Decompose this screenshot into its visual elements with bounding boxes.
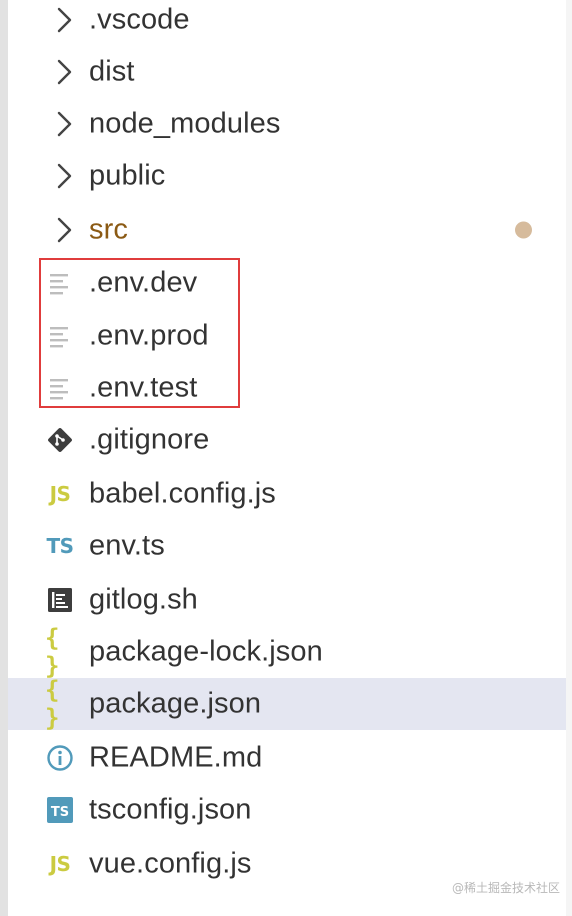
tree-item-label: gitlog.sh <box>89 583 198 616</box>
tree-item-label: public <box>89 159 166 192</box>
modified-indicator-dot <box>515 221 532 239</box>
left-gutter <box>0 0 8 916</box>
tree-item-gitignore[interactable]: .gitignore <box>8 414 566 466</box>
tree-item-public[interactable]: public <box>8 150 566 202</box>
git-icon <box>45 425 75 455</box>
tree-item-babel-config[interactable]: JS babel.config.js <box>8 468 566 520</box>
tree-item-src[interactable]: src <box>8 204 566 256</box>
tree-item-label: .gitignore <box>89 423 210 456</box>
tree-item-readme[interactable]: README.md <box>8 732 566 784</box>
tree-item-tsconfig-json[interactable]: TS tsconfig.json <box>8 784 566 836</box>
json-icon: { } <box>45 676 75 732</box>
tree-item-env-prod[interactable]: .env.prod <box>8 310 566 362</box>
javascript-icon-text: JS <box>49 852 71 876</box>
tree-item-label: dist <box>89 55 135 88</box>
tree-item-env-test[interactable]: .env.test <box>8 362 566 414</box>
json-icon-text: { } <box>45 676 61 732</box>
tree-item-env-ts[interactable]: TS env.ts <box>8 520 566 572</box>
tree-item-label: README.md <box>89 741 263 774</box>
json-icon: { } <box>45 624 75 680</box>
text-file-icon <box>45 373 75 403</box>
tree-item-package-json[interactable]: { } package.json <box>8 676 566 732</box>
javascript-icon: JS <box>45 849 75 879</box>
tree-item-label: vue.config.js <box>89 847 252 880</box>
shell-script-icon <box>45 585 75 615</box>
file-explorer: .vscode dist node_modules public src .en… <box>8 0 566 916</box>
tree-item-label: .env.dev <box>89 266 198 299</box>
chevron-right-icon[interactable] <box>52 109 76 139</box>
text-file-icon <box>45 321 75 351</box>
chevron-right-icon[interactable] <box>52 215 76 245</box>
tree-item-dist[interactable]: dist <box>8 46 566 98</box>
text-file-icon <box>45 268 75 298</box>
tree-item-label: babel.config.js <box>89 477 276 510</box>
tree-item-label: src <box>89 213 128 246</box>
tree-item-gitlog-sh[interactable]: gitlog.sh <box>8 574 566 626</box>
tsconfig-icon: TS <box>45 795 75 825</box>
chevron-right-icon[interactable] <box>52 161 76 191</box>
javascript-icon-text: JS <box>49 482 71 506</box>
tree-item-env-dev[interactable]: .env.dev <box>8 257 566 309</box>
tree-item-node-modules[interactable]: node_modules <box>8 98 566 150</box>
tree-item-vscode[interactable]: .vscode <box>8 0 566 46</box>
tsconfig-icon-text: TS <box>51 805 69 820</box>
tree-item-label: .vscode <box>89 3 190 36</box>
chevron-right-icon[interactable] <box>52 5 76 35</box>
tree-item-label: package.json <box>89 687 262 720</box>
info-icon <box>45 743 75 773</box>
tree-item-label: .env.test <box>89 371 198 404</box>
tree-item-label: package-lock.json <box>89 635 323 668</box>
javascript-icon: JS <box>45 479 75 509</box>
json-icon-text: { } <box>45 624 61 680</box>
typescript-icon: TS <box>45 531 75 561</box>
tree-item-label: node_modules <box>89 107 281 140</box>
tree-item-label: tsconfig.json <box>89 793 252 826</box>
typescript-icon-text: TS <box>46 534 74 558</box>
watermark: @稀土掘金技术社区 <box>451 881 560 895</box>
tree-item-package-lock-json[interactable]: { } package-lock.json <box>8 624 566 680</box>
tree-item-label: .env.prod <box>89 319 209 352</box>
right-gutter <box>566 0 572 916</box>
chevron-right-icon[interactable] <box>52 57 76 87</box>
tree-item-label: env.ts <box>89 529 165 562</box>
